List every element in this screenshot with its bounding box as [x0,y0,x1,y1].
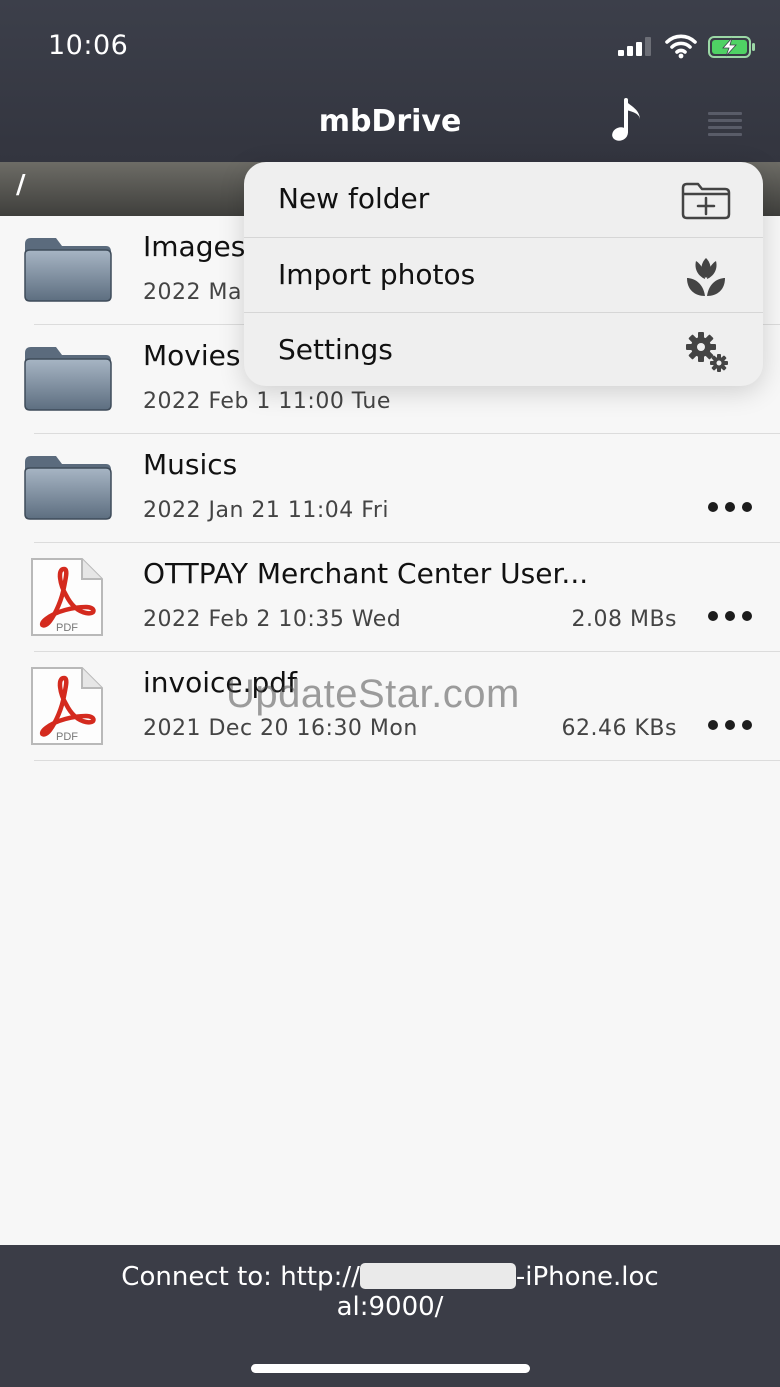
svg-text:PDF: PDF [56,622,78,634]
battery-charging-icon [708,36,755,58]
dropdown-menu: New folder Import photos Settings [244,162,763,386]
file-name: Images [143,230,246,263]
file-date: 2021 Dec 20 16:30 Mon [143,716,418,741]
file-name: Movies [143,339,241,372]
menu-icon[interactable] [706,108,746,138]
wifi-icon [665,34,697,59]
svg-text:PDF: PDF [56,731,78,743]
connect-prefix: Connect to: http:// [121,1262,360,1292]
connect-suffix: -iPhone.loc [515,1262,659,1292]
connect-url: Connect to: http:// -iPhone.loc al:9000/ [60,1262,720,1322]
file-size: 62.46 KBs [561,716,677,741]
signal-icon [618,36,656,56]
file-date: 2022 Jan 21 11:04 Fri [143,498,389,523]
more-options-button[interactable] [700,488,760,524]
folder-icon [24,456,112,520]
redacted-hostname [359,1263,516,1289]
row-divider [34,760,780,761]
menu-item-label: Import photos [278,258,476,291]
file-size: 2.08 MBs [571,607,677,632]
more-options-button[interactable] [700,706,760,742]
file-date: 2022 Ma [143,280,242,305]
menu-item-import-photos[interactable]: Import photos [244,237,763,312]
current-path: / [16,170,26,200]
more-options-button[interactable] [700,597,760,633]
connect-line2: al:9000/ [336,1292,444,1322]
new-folder-icon [681,182,731,220]
file-date: 2022 Feb 2 10:35 Wed [143,607,402,632]
folder-icon [24,347,112,411]
menu-item-settings[interactable]: Settings [244,312,763,386]
file-row-ottpay-pdf[interactable]: PDF OTTPAY Merchant Center User... 2022 … [0,543,780,652]
app-title: mbDrive [318,104,462,139]
pdf-file-icon: PDF [31,667,103,745]
file-date: 2022 Feb 1 11:00 Tue [143,389,391,414]
gears-icon [686,332,728,372]
menu-item-label: New folder [278,182,430,215]
status-time: 10:06 [48,30,129,61]
menu-item-new-folder[interactable]: New folder [244,162,763,237]
watermark: UpdateStar.com [226,672,520,716]
file-row-musics[interactable]: Musics 2022 Jan 21 11:04 Fri [0,434,780,543]
music-note-icon[interactable] [606,98,648,144]
file-name: OTTPAY Merchant Center User... [143,557,589,590]
pdf-file-icon: PDF [31,558,103,636]
folder-icon [24,238,112,302]
menu-item-label: Settings [278,333,393,366]
flower-icon [687,258,725,296]
file-name: Musics [143,448,238,481]
home-indicator[interactable] [251,1364,530,1373]
